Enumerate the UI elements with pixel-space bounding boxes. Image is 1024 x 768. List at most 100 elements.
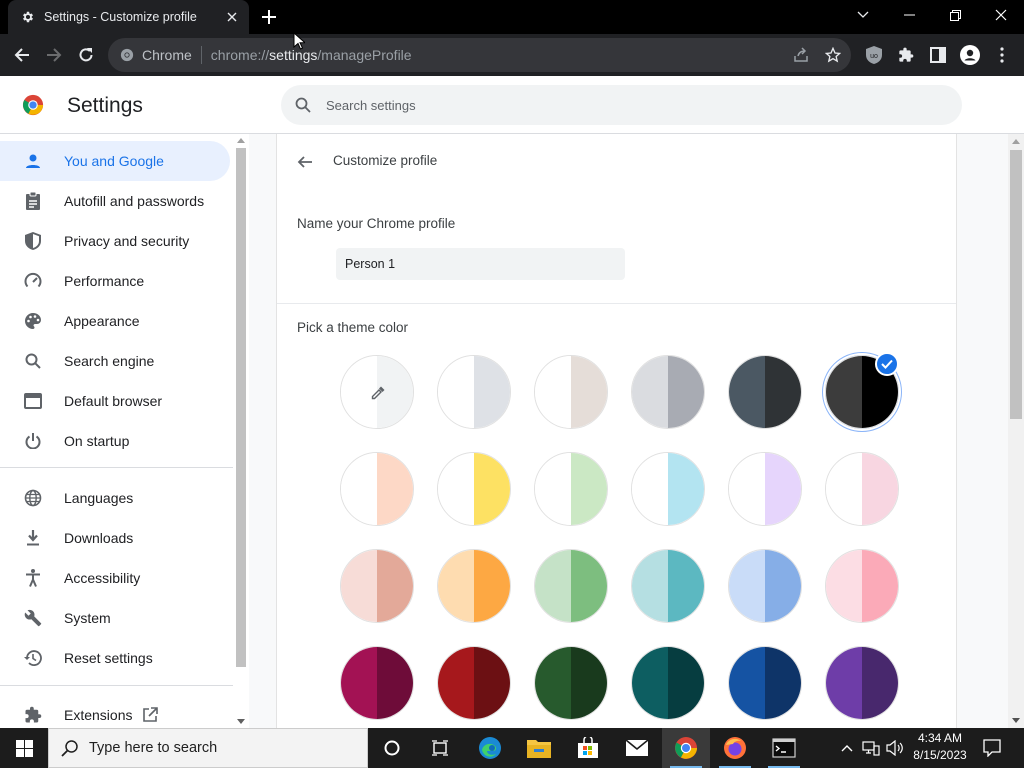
taskbar-clock[interactable]: 4:34 AM 8/15/2023	[908, 730, 972, 764]
sidebar-item-accessibility[interactable]: Accessibility	[0, 558, 230, 598]
restore-button[interactable]	[932, 0, 978, 30]
taskbar-chrome[interactable]	[662, 728, 710, 768]
theme-color-swatch[interactable]	[631, 452, 705, 526]
theme-color-swatch[interactable]	[728, 355, 802, 429]
taskbar-mail[interactable]	[613, 728, 661, 768]
bookmark-button[interactable]	[817, 39, 849, 71]
speaker-icon	[886, 740, 903, 756]
theme-color-swatch[interactable]	[534, 355, 608, 429]
browser-tab[interactable]: Settings - Customize profile	[8, 0, 249, 34]
profile-name-input[interactable]	[336, 248, 625, 280]
cortana-button[interactable]	[368, 728, 416, 768]
theme-color-swatch[interactable]	[437, 549, 511, 623]
main-scrollbar[interactable]	[1008, 134, 1024, 728]
svg-text:uo: uo	[870, 53, 878, 60]
arrow-left-icon	[14, 48, 29, 62]
theme-color-swatch[interactable]	[825, 646, 899, 720]
tab-search-button[interactable]	[840, 0, 886, 30]
minimize-button[interactable]	[886, 0, 932, 30]
taskbar-terminal[interactable]	[760, 728, 808, 768]
start-button[interactable]	[0, 728, 48, 768]
sidebar-item-system[interactable]: System	[0, 598, 230, 638]
theme-color-swatch[interactable]	[631, 646, 705, 720]
swatch-right-half	[765, 453, 801, 525]
swatch-left-half	[729, 356, 765, 428]
scroll-up-arrow[interactable]	[1012, 139, 1020, 144]
reload-button[interactable]	[70, 39, 102, 71]
theme-color-swatch[interactable]	[728, 646, 802, 720]
theme-color-swatch[interactable]	[340, 452, 414, 526]
scroll-down-arrow[interactable]	[237, 719, 245, 724]
search-input[interactable]	[326, 97, 926, 113]
sidebar-item-privacy[interactable]: Privacy and security	[0, 221, 230, 261]
ublock-extension-button[interactable]: uo	[858, 39, 890, 71]
menu-button[interactable]	[986, 39, 1018, 71]
sidebar-item-on-startup[interactable]: On startup	[0, 421, 230, 461]
taskbar-store[interactable]	[564, 728, 612, 768]
swatch-left-half	[729, 453, 765, 525]
address-bar[interactable]: Chrome chrome://settings/manageProfile	[108, 38, 851, 72]
scroll-up-arrow[interactable]	[237, 138, 245, 143]
back-button[interactable]	[293, 150, 317, 174]
scrollbar-thumb[interactable]	[1010, 150, 1022, 419]
sidebar-item-languages[interactable]: Languages	[0, 478, 230, 518]
sidebar-item-reset-settings[interactable]: Reset settings	[0, 638, 230, 678]
profile-button[interactable]	[954, 39, 986, 71]
theme-color-swatch[interactable]	[437, 355, 511, 429]
taskbar-firefox[interactable]	[711, 728, 759, 768]
theme-color-swatch[interactable]	[437, 452, 511, 526]
sidebar-item-extensions[interactable]: Extensions	[0, 695, 230, 728]
sidebar-item-you-and-google[interactable]: You and Google	[0, 141, 230, 181]
swatch-left-half	[632, 453, 668, 525]
theme-color-swatch[interactable]	[825, 452, 899, 526]
theme-color-swatch[interactable]	[534, 646, 608, 720]
sidebar-item-autofill[interactable]: Autofill and passwords	[0, 181, 230, 221]
sidebar-item-search-engine[interactable]: Search engine	[0, 341, 230, 381]
swatch-right-half	[862, 647, 898, 719]
theme-color-swatch[interactable]	[825, 549, 899, 623]
scrollbar-thumb[interactable]	[236, 148, 246, 667]
sidebar-scrollbar[interactable]	[233, 134, 249, 728]
taskbar-edge[interactable]	[466, 728, 514, 768]
theme-color-swatch[interactable]	[631, 549, 705, 623]
taskbar-file-explorer[interactable]	[515, 728, 563, 768]
share-button[interactable]	[785, 39, 817, 71]
notification-icon	[983, 739, 1001, 757]
person-icon	[24, 152, 42, 170]
swatch-left-half	[729, 550, 765, 622]
sidebar-item-performance[interactable]: Performance	[0, 261, 230, 301]
close-window-button[interactable]	[978, 0, 1024, 30]
scroll-down-arrow[interactable]	[1012, 718, 1020, 723]
sidebar-item-downloads[interactable]: Downloads	[0, 518, 230, 558]
custom-color-picker-swatch[interactable]	[340, 355, 414, 429]
close-icon	[227, 12, 237, 22]
sidebar-item-default-browser[interactable]: Default browser	[0, 381, 230, 421]
show-hidden-icons-button[interactable]	[836, 728, 858, 768]
firefox-icon	[724, 737, 746, 759]
network-button[interactable]	[860, 728, 882, 768]
sidebar-item-appearance[interactable]: Appearance	[0, 301, 230, 341]
swatch-right-half	[474, 647, 510, 719]
back-button[interactable]	[6, 39, 38, 71]
volume-button[interactable]	[884, 728, 906, 768]
taskbar-search-box[interactable]: Type here to search	[48, 728, 368, 768]
star-icon	[825, 47, 841, 63]
theme-color-swatch[interactable]	[437, 646, 511, 720]
notifications-button[interactable]	[980, 728, 1004, 768]
task-view-button[interactable]	[416, 728, 464, 768]
search-settings-box[interactable]	[281, 85, 962, 125]
theme-color-swatch[interactable]	[728, 452, 802, 526]
extensions-button[interactable]	[890, 39, 922, 71]
new-tab-button[interactable]	[256, 5, 282, 29]
forward-button[interactable]	[38, 39, 70, 71]
theme-color-swatch[interactable]	[728, 549, 802, 623]
theme-color-swatch[interactable]	[631, 355, 705, 429]
search-icon	[61, 740, 78, 757]
theme-color-swatch[interactable]	[534, 549, 608, 623]
theme-color-swatch[interactable]	[534, 452, 608, 526]
close-tab-button[interactable]	[218, 3, 246, 31]
theme-color-swatch[interactable]	[340, 549, 414, 623]
side-panel-button[interactable]	[922, 39, 954, 71]
swatch-left-half	[438, 647, 474, 719]
theme-color-swatch[interactable]	[340, 646, 414, 720]
